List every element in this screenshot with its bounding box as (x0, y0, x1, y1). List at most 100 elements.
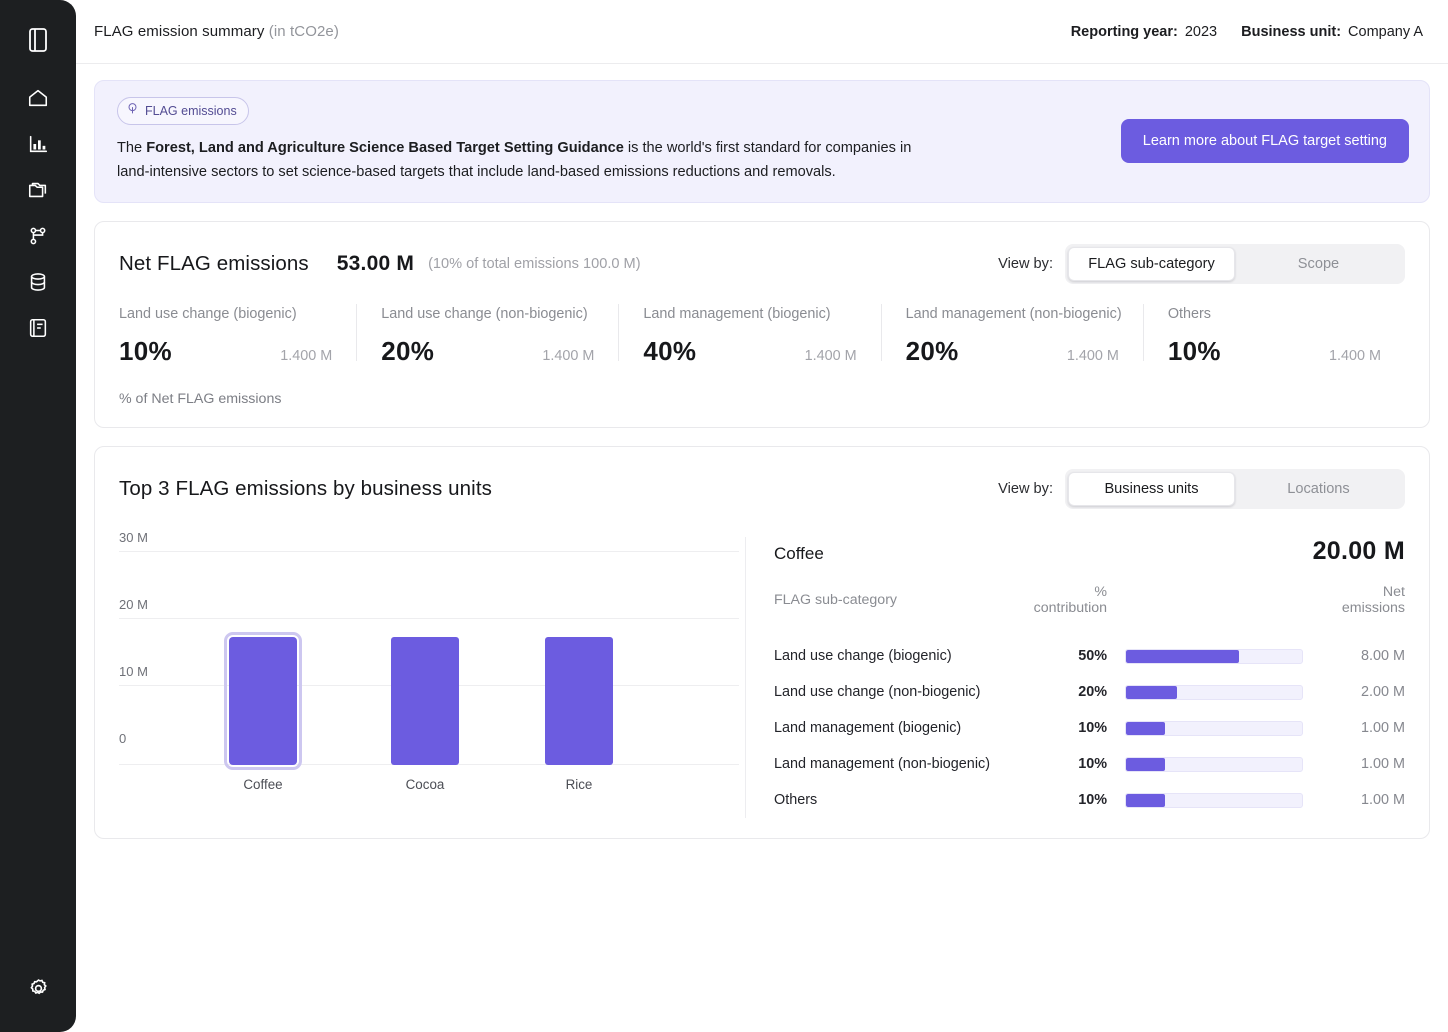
banner-text-bold: Forest, Land and Agriculture Science Bas… (146, 140, 624, 156)
bar-coffee[interactable] (229, 637, 297, 765)
kpi-absolute: 1.400 M (532, 348, 600, 364)
reporting-year: Reporting year:2023 (1071, 24, 1217, 40)
net-flag-header: Net FLAG emissions 53.00 M (10% of total… (119, 244, 1405, 284)
bar-slot-coffee (229, 537, 297, 765)
row-category: Land use change (non-biogenic) (774, 674, 1034, 710)
top3-viewby: View by: Business units Locations (998, 469, 1405, 509)
kpi-percent: 40% (643, 336, 696, 367)
learn-more-button[interactable]: Learn more about FLAG target setting (1121, 119, 1409, 163)
kpi-land-management-biogenic: Land management (biogenic) 40% 1.400 M (618, 306, 880, 367)
tree-icon (126, 102, 139, 120)
row-category: Others (774, 782, 1034, 818)
detail-table-body: Land use change (biogenic) 50% 8.00 M (774, 638, 1405, 818)
kpi-absolute: 1.400 M (270, 348, 338, 364)
kpi-land-management-non-biogenic: Land management (non-biogenic) 20% 1.400… (881, 306, 1143, 367)
progress-fill (1126, 758, 1165, 771)
row-bar-cell (1121, 674, 1325, 710)
table-row: Land management (biogenic) 10% 1.00 M (774, 710, 1405, 746)
xlabel-cocoa: Cocoa (365, 777, 485, 792)
page-title: FLAG emission summary (in tCO2e) (94, 23, 339, 40)
table-row: Others 10% 1.00 M (774, 782, 1405, 818)
kpi-percent: 20% (906, 336, 959, 367)
kpi-values: 10% 1.400 M (1168, 336, 1387, 367)
book-logo-icon[interactable] (16, 18, 60, 62)
bar-chart-xlabels: Coffee Cocoa Rice (119, 777, 739, 807)
row-net: 1.00 M (1325, 710, 1405, 746)
net-flag-emissions-card: Net FLAG emissions 53.00 M (10% of total… (94, 221, 1430, 428)
kpi-values: 40% 1.400 M (643, 336, 862, 367)
detail-total-value: 20.00 M (1313, 537, 1405, 566)
kpi-others: Others 10% 1.400 M (1143, 306, 1405, 367)
kpi-label: Others (1168, 306, 1387, 322)
progress-fill (1126, 794, 1165, 807)
row-percent: 10% (1034, 710, 1121, 746)
kpi-label: Land management (biogenic) (643, 306, 862, 322)
xlabel-rice: Rice (519, 777, 639, 792)
kpi-label: Land management (non-biogenic) (906, 306, 1125, 322)
table-row: Land management (non-biogenic) 10% 1.00 … (774, 746, 1405, 782)
table-header-row: FLAG sub-category % contribution Net emi… (774, 584, 1405, 638)
bar-rice[interactable] (545, 637, 613, 765)
progress-fill (1126, 650, 1239, 663)
progress-track (1125, 757, 1303, 772)
progress-fill (1126, 686, 1177, 699)
row-category: Land management (non-biogenic) (774, 746, 1034, 782)
bar-slot-cocoa (391, 537, 459, 765)
net-flag-toggle: FLAG sub-category Scope (1065, 244, 1405, 284)
tab-flag-sub-category[interactable]: FLAG sub-category (1068, 247, 1235, 281)
sidebar-item-analytics[interactable] (16, 122, 60, 166)
sidebar-item-workflows[interactable] (16, 214, 60, 258)
sidebar-item-files[interactable] (16, 168, 60, 212)
row-percent: 10% (1034, 782, 1121, 818)
page-title-unit: (in tCO2e) (269, 23, 339, 40)
row-percent: 50% (1034, 638, 1121, 674)
col-bar-spacer (1121, 584, 1325, 638)
flag-info-banner: FLAG emissions The Forest, Land and Agri… (94, 80, 1430, 203)
row-bar-cell (1121, 782, 1325, 818)
content: FLAG emissions The Forest, Land and Agri… (76, 64, 1448, 1032)
table-row: Land use change (non-biogenic) 20% 2.00 … (774, 674, 1405, 710)
row-percent: 20% (1034, 674, 1121, 710)
reporting-year-value: 2023 (1185, 24, 1217, 40)
top3-card: Top 3 FLAG emissions by business units V… (94, 446, 1430, 839)
kpi-percent: 20% (381, 336, 434, 367)
top3-title: Top 3 FLAG emissions by business units (119, 477, 492, 501)
bar-chart-plot: 30 M 20 M 10 M 0 (119, 537, 739, 765)
net-flag-value: 53.00 M (337, 252, 414, 276)
col-flag-sub-category: FLAG sub-category (774, 584, 1034, 638)
banner-text: The Forest, Land and Agriculture Science… (117, 137, 927, 184)
page-title-text: FLAG emission summary (94, 23, 264, 40)
sidebar-item-home[interactable] (16, 76, 60, 120)
kpi-absolute: 1.400 M (1319, 348, 1387, 364)
kpi-footnote: % of Net FLAG emissions (119, 391, 1405, 407)
top3-body: 30 M 20 M 10 M 0 (119, 537, 1405, 818)
row-bar-cell (1121, 710, 1325, 746)
kpi-land-use-change-biogenic: Land use change (biogenic) 10% 1.400 M (119, 306, 356, 367)
row-net: 2.00 M (1325, 674, 1405, 710)
bar-series (119, 537, 739, 765)
tab-locations[interactable]: Locations (1235, 472, 1402, 506)
banner-text-lead: The (117, 140, 146, 156)
top3-header: Top 3 FLAG emissions by business units V… (119, 469, 1405, 509)
col-net-emissions: Net emissions (1325, 584, 1405, 638)
detail-table-head: FLAG sub-category % contribution Net emi… (774, 584, 1405, 638)
sidebar-item-data[interactable] (16, 260, 60, 304)
sidebar (0, 0, 76, 1032)
gear-icon[interactable] (16, 966, 60, 1010)
kpi-values: 20% 1.400 M (906, 336, 1125, 367)
progress-track (1125, 793, 1303, 808)
kpi-absolute: 1.400 M (1057, 348, 1125, 364)
business-unit: Business unit:Company A (1241, 24, 1423, 40)
kpi-values: 20% 1.400 M (381, 336, 600, 367)
kpi-values: 10% 1.400 M (119, 336, 338, 367)
tab-business-units[interactable]: Business units (1068, 472, 1235, 506)
tab-scope[interactable]: Scope (1235, 247, 1402, 281)
row-category: Land use change (biogenic) (774, 638, 1034, 674)
sidebar-item-reports[interactable] (16, 306, 60, 350)
row-net: 1.00 M (1325, 782, 1405, 818)
bar-cocoa[interactable] (391, 637, 459, 765)
top3-viewby-label: View by: (998, 481, 1053, 497)
table-row: Land use change (biogenic) 50% 8.00 M (774, 638, 1405, 674)
business-unit-value: Company A (1348, 24, 1423, 40)
detail-table: FLAG sub-category % contribution Net emi… (774, 584, 1405, 818)
